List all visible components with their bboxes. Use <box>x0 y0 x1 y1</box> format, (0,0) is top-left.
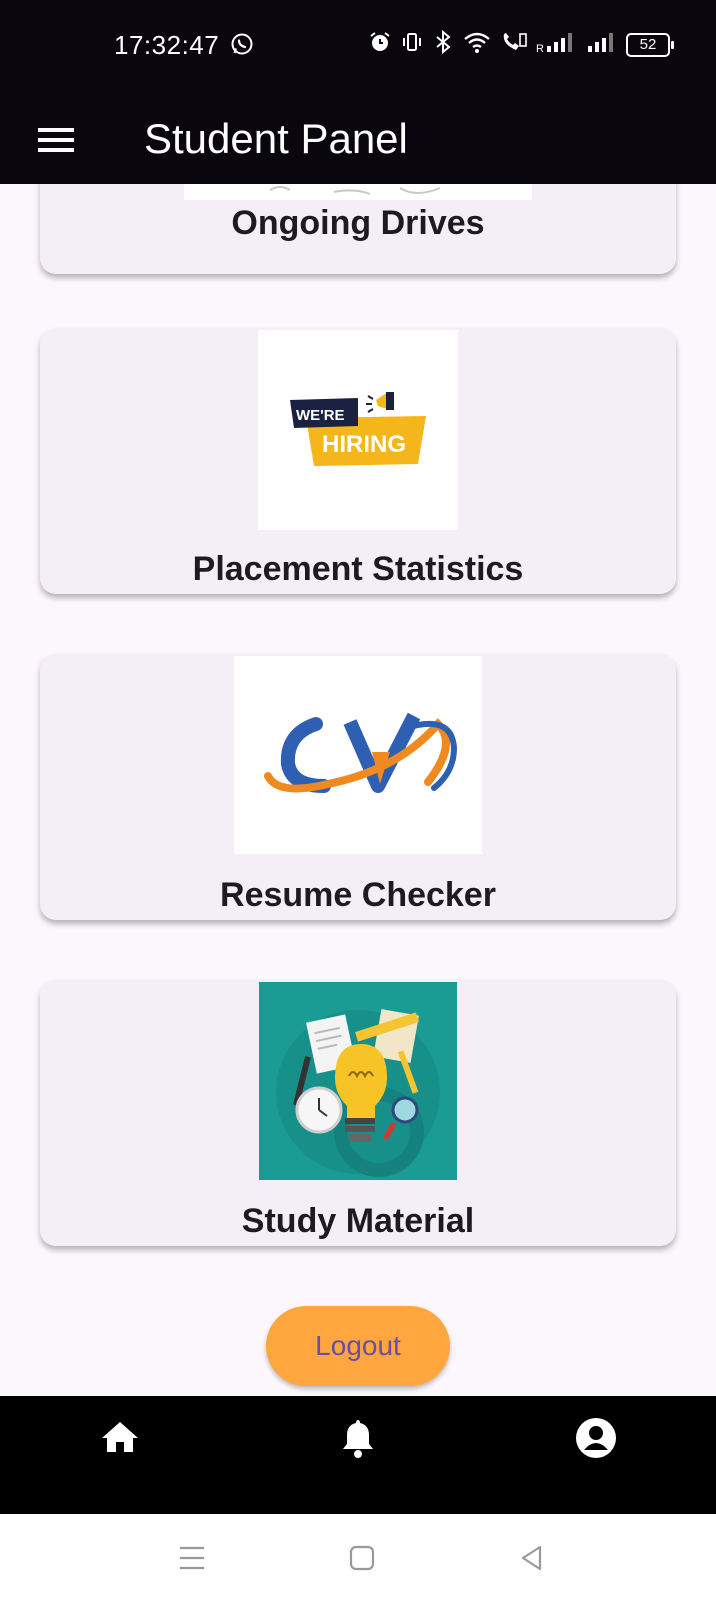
card-label: Resume Checker <box>220 876 496 914</box>
dashboard-list[interactable]: Ongoing Drives WE'RE HIRING Placement St… <box>0 184 716 1396</box>
battery-indicator: 52 <box>626 32 674 57</box>
status-icons: R 52 <box>368 29 674 59</box>
bell-icon[interactable] <box>334 1414 382 1462</box>
hiring-text-top: WE'RE <box>296 407 345 424</box>
card-label: Study Material <box>241 1202 475 1240</box>
hiring-text-bottom: HIRING <box>322 431 406 458</box>
back-icon[interactable] <box>514 1540 550 1576</box>
logout-button[interactable]: Logout <box>266 1306 450 1386</box>
were-hiring-image: WE'RE HIRING <box>258 330 458 530</box>
status-time: 17:32:47 <box>114 30 220 60</box>
menu-icon[interactable] <box>30 114 82 166</box>
card-resume-checker[interactable]: Resume Checker <box>40 654 676 920</box>
signal-icon-2 <box>586 30 618 59</box>
card-ongoing-drives[interactable]: Ongoing Drives <box>40 184 676 274</box>
account-icon[interactable] <box>572 1414 620 1462</box>
whatsapp-icon <box>230 32 254 61</box>
card-study-material[interactable]: Study Material <box>40 980 676 1246</box>
bluetooth-icon <box>432 29 454 59</box>
cv-logo <box>234 656 482 854</box>
vibrate-icon <box>400 30 424 59</box>
alarm-icon <box>368 30 392 59</box>
call-icon <box>500 30 528 59</box>
card-label: Ongoing Drives <box>231 204 485 242</box>
card-placement-statistics[interactable]: WE'RE HIRING Placement Statistics <box>40 328 676 594</box>
home-system-icon[interactable] <box>344 1540 380 1576</box>
page-title: Student Panel <box>144 115 408 162</box>
study-material-image <box>259 982 457 1180</box>
svg-text:R: R <box>536 43 544 54</box>
home-icon[interactable] <box>96 1414 144 1462</box>
drive-illustration <box>184 184 532 200</box>
wifi-icon <box>462 30 492 59</box>
app-bar: Student Panel <box>0 92 716 184</box>
signal-icon-1: R <box>536 30 578 59</box>
system-navigation-bar <box>0 1514 716 1600</box>
card-label: Placement Statistics <box>192 550 524 588</box>
status-bar: 17:32:47 R 52 <box>0 0 716 92</box>
bottom-navigation <box>0 1396 716 1514</box>
recent-apps-icon[interactable] <box>174 1540 210 1576</box>
